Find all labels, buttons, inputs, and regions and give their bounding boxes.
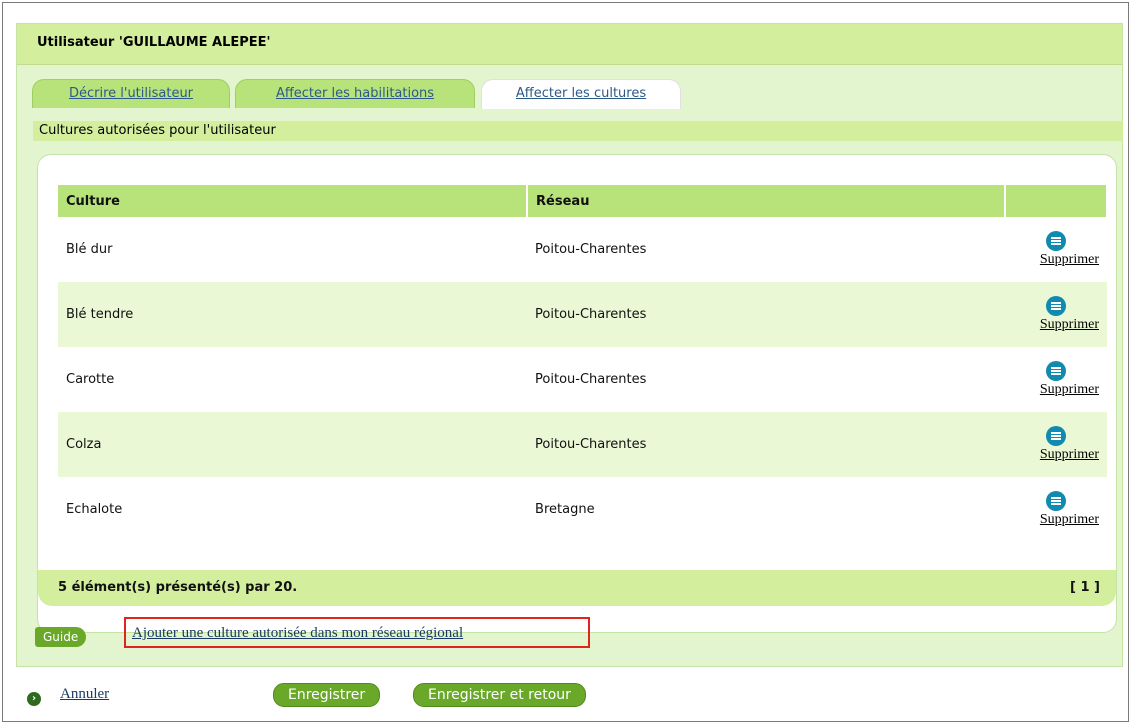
add-culture-link[interactable]: Ajouter une culture autorisée dans mon r… bbox=[132, 625, 463, 642]
arrow-right-icon[interactable]: › bbox=[27, 692, 41, 706]
tab-decrire-utilisateur[interactable]: Décrire l'utilisateur bbox=[32, 79, 230, 108]
tab-label: Affecter les habilitations bbox=[275, 86, 435, 101]
section-title-bar: Cultures autorisées pour l'utilisateur bbox=[33, 121, 1123, 141]
delete-label: Supprimer bbox=[1039, 317, 1099, 332]
title-bar: Utilisateur 'GUILLAUME ALEPEE' bbox=[17, 24, 1122, 65]
column-header-reseau[interactable]: Réseau bbox=[527, 185, 1007, 217]
page-title: Utilisateur 'GUILLAUME ALEPEE' bbox=[37, 35, 271, 50]
table-row: Carotte Poitou-Charentes Supprimer bbox=[58, 347, 1107, 412]
column-header-culture[interactable]: Culture bbox=[58, 185, 529, 217]
cell-culture: Colza bbox=[58, 412, 528, 477]
tab-label: Décrire l'utilisateur bbox=[68, 86, 194, 101]
delete-label: Supprimer bbox=[1039, 252, 1099, 267]
cell-reseau: Poitou-Charentes bbox=[535, 242, 647, 257]
save-button[interactable]: Enregistrer bbox=[273, 683, 381, 707]
save-return-button[interactable]: Enregistrer et retour bbox=[413, 683, 586, 707]
cell-reseau: Poitou-Charentes bbox=[527, 282, 1006, 347]
list-delete-icon[interactable] bbox=[1045, 231, 1066, 251]
delete-link[interactable]: Supprimer bbox=[1040, 426, 1099, 463]
table-footer: 5 élément(s) présenté(s) par 20. [ 1 ] bbox=[38, 570, 1116, 606]
cell-culture: Blé dur bbox=[66, 242, 113, 257]
cell-action: Supprimer bbox=[1005, 412, 1107, 477]
list-delete-icon[interactable] bbox=[1045, 296, 1066, 316]
add-culture-highlight: Ajouter une culture autorisée dans mon r… bbox=[124, 617, 590, 648]
cell-reseau: Bretagne bbox=[535, 502, 595, 517]
cultures-table: Culture Réseau Blé dur Poitou-Charentes … bbox=[58, 185, 1108, 542]
tab-label: Affecter les cultures bbox=[515, 86, 647, 101]
table-row: Echalote Bretagne Supprimer bbox=[58, 477, 1107, 542]
table-header-row: Culture Réseau bbox=[58, 185, 1108, 217]
list-delete-icon[interactable] bbox=[1045, 426, 1066, 446]
cell-reseau: Poitou-Charentes bbox=[535, 372, 647, 387]
section-title: Cultures autorisées pour l'utilisateur bbox=[39, 123, 276, 138]
table-row: Blé dur Poitou-Charentes Supprimer bbox=[58, 217, 1107, 282]
cell-action: Supprimer bbox=[1005, 282, 1107, 347]
user-panel: Utilisateur 'GUILLAUME ALEPEE' Décrire l… bbox=[16, 23, 1123, 667]
tab-affecter-habilitations[interactable]: Affecter les habilitations bbox=[235, 79, 475, 108]
tab-affecter-cultures[interactable]: Affecter les cultures bbox=[481, 79, 681, 109]
table-row: Blé tendre Poitou-Charentes Supprimer bbox=[58, 282, 1107, 347]
guide-button[interactable]: Guide bbox=[35, 627, 87, 647]
delete-link[interactable]: Supprimer bbox=[1040, 491, 1099, 528]
cell-action: Supprimer bbox=[1005, 347, 1107, 412]
delete-label: Supprimer bbox=[1039, 382, 1099, 397]
cell-culture: Echalote bbox=[66, 502, 123, 517]
cultures-panel: Culture Réseau Blé dur Poitou-Charentes … bbox=[37, 154, 1117, 633]
delete-link[interactable]: Supprimer bbox=[1040, 361, 1099, 398]
cell-reseau: Poitou-Charentes bbox=[527, 412, 1006, 477]
delete-link[interactable]: Supprimer bbox=[1040, 296, 1099, 333]
delete-label: Supprimer bbox=[1039, 447, 1099, 462]
pagination[interactable]: [ 1 ] bbox=[1070, 580, 1100, 595]
delete-label: Supprimer bbox=[1039, 512, 1099, 527]
cell-action: Supprimer bbox=[1005, 217, 1107, 282]
list-delete-icon[interactable] bbox=[1045, 361, 1066, 381]
table-row: Colza Poitou-Charentes Supprimer bbox=[58, 412, 1107, 477]
page-frame: Utilisateur 'GUILLAUME ALEPEE' Décrire l… bbox=[2, 2, 1129, 722]
delete-link[interactable]: Supprimer bbox=[1040, 231, 1099, 268]
column-header-actions bbox=[1005, 185, 1108, 217]
cell-culture: Carotte bbox=[66, 372, 115, 387]
cancel-link[interactable]: Annuler bbox=[60, 686, 109, 703]
cell-culture: Blé tendre bbox=[58, 282, 528, 347]
item-count: 5 élément(s) présenté(s) par 20. bbox=[58, 580, 298, 595]
list-delete-icon[interactable] bbox=[1045, 491, 1066, 511]
cell-action: Supprimer bbox=[1005, 477, 1107, 542]
